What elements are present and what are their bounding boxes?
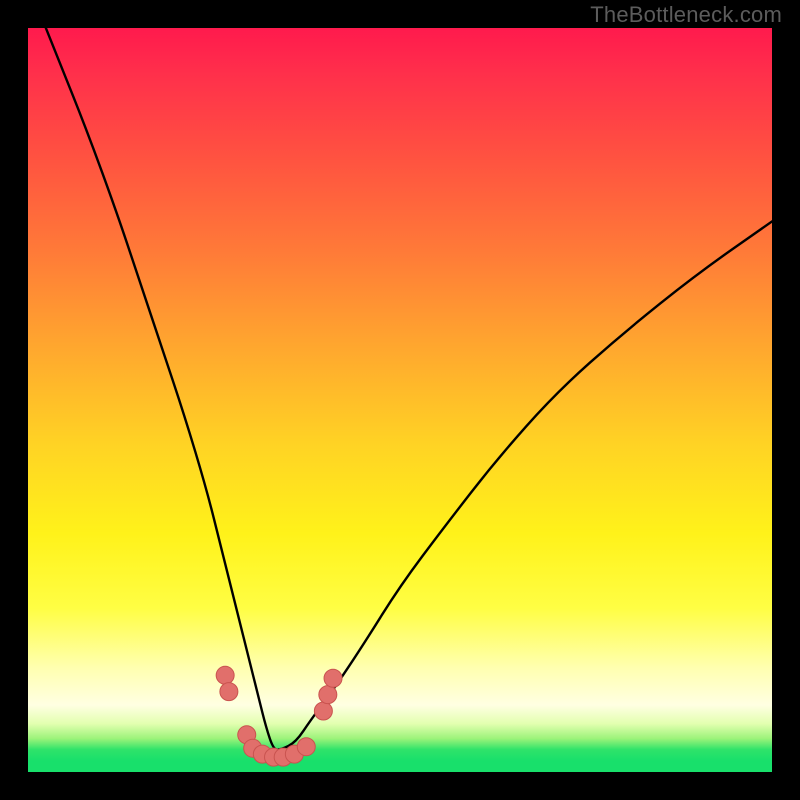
data-marker — [319, 686, 337, 704]
data-marker — [297, 738, 315, 756]
chart-frame: TheBottleneck.com — [0, 0, 800, 800]
data-marker — [216, 666, 234, 684]
marker-group — [216, 666, 342, 766]
watermark-text: TheBottleneck.com — [590, 2, 782, 28]
data-marker — [314, 702, 332, 720]
data-marker — [220, 683, 238, 701]
plot-area — [28, 28, 772, 772]
data-marker — [324, 669, 342, 687]
markers-svg — [28, 28, 772, 772]
